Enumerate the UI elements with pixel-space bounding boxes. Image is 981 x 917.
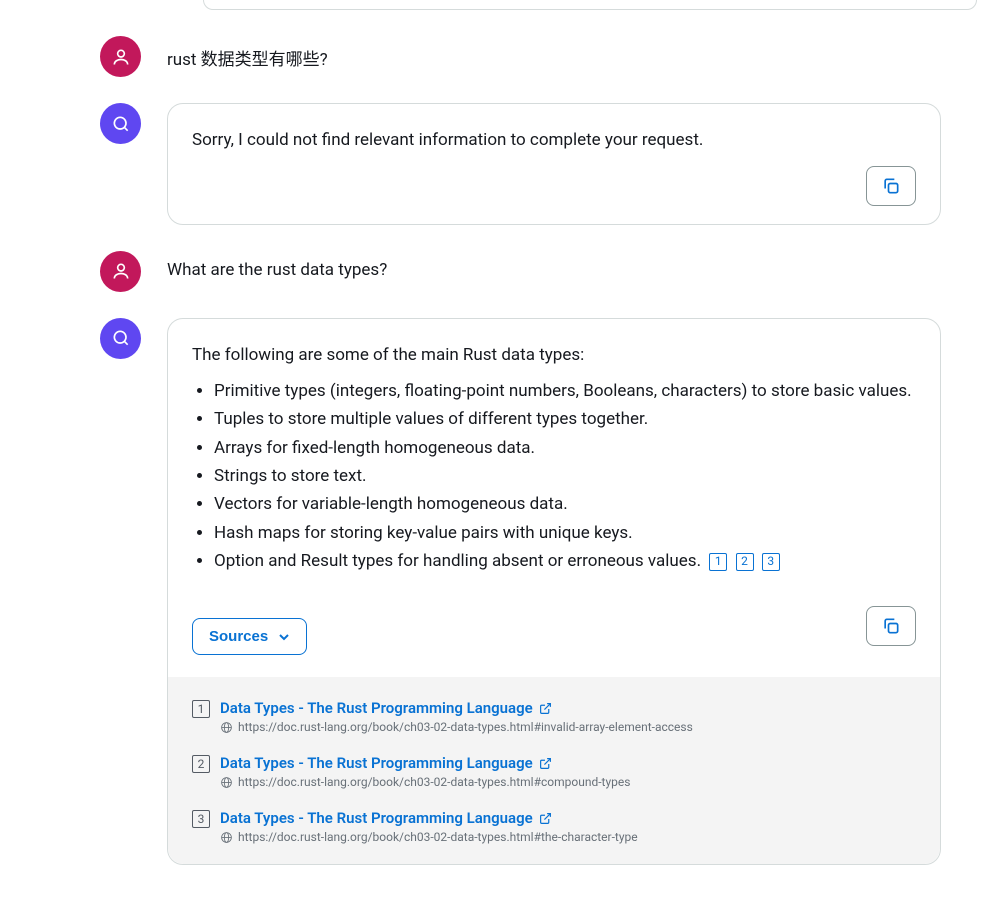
globe-icon bbox=[220, 831, 233, 844]
bot-avatar bbox=[100, 318, 141, 359]
chat-search-icon bbox=[111, 114, 131, 134]
chevron-down-icon bbox=[278, 631, 290, 643]
list-item: Primitive types (integers, floating-poin… bbox=[214, 378, 916, 404]
bot-response-intro: The following are some of the main Rust … bbox=[192, 343, 916, 369]
source-url-row: https://doc.rust-lang.org/book/ch03-02-d… bbox=[220, 775, 630, 789]
source-url-text: https://doc.rust-lang.org/book/ch03-02-d… bbox=[238, 830, 638, 844]
sources-label: Sources bbox=[209, 628, 268, 645]
copy-button[interactable] bbox=[866, 166, 916, 206]
user-avatar bbox=[100, 36, 141, 77]
source-number: 1 bbox=[192, 700, 210, 718]
source-item: 1 Data Types - The Rust Programming Lang… bbox=[192, 699, 916, 734]
source-link[interactable]: Data Types - The Rust Programming Langua… bbox=[220, 754, 630, 772]
list-item: Arrays for fixed-length homogeneous data… bbox=[214, 435, 916, 461]
source-url-text: https://doc.rust-lang.org/book/ch03-02-d… bbox=[238, 720, 693, 734]
list-item: Option and Result types for handling abs… bbox=[214, 548, 916, 574]
source-item: 3 Data Types - The Rust Programming Lang… bbox=[192, 809, 916, 844]
source-body: Data Types - The Rust Programming Langua… bbox=[220, 754, 630, 789]
bot-response-text: Sorry, I could not find relevant informa… bbox=[192, 128, 916, 154]
previous-card-edge bbox=[203, 0, 977, 10]
citation-link[interactable]: 3 bbox=[762, 553, 780, 571]
copy-icon bbox=[881, 176, 901, 196]
response-list: Primitive types (integers, floating-poin… bbox=[192, 378, 916, 574]
source-title-text: Data Types - The Rust Programming Langua… bbox=[220, 809, 533, 827]
bot-message: Sorry, I could not find relevant informa… bbox=[40, 103, 941, 225]
source-url-text: https://doc.rust-lang.org/book/ch03-02-d… bbox=[238, 775, 630, 789]
bot-response-card: Sorry, I could not find relevant informa… bbox=[167, 103, 941, 225]
citation-link[interactable]: 2 bbox=[736, 553, 754, 571]
bot-message: The following are some of the main Rust … bbox=[40, 318, 941, 866]
external-link-icon bbox=[539, 812, 552, 825]
list-item: Strings to store text. bbox=[214, 463, 916, 489]
globe-icon bbox=[220, 776, 233, 789]
external-link-icon bbox=[539, 757, 552, 770]
user-message-text: rust 数据类型有哪些? bbox=[167, 36, 328, 70]
globe-icon bbox=[220, 721, 233, 734]
source-link[interactable]: Data Types - The Rust Programming Langua… bbox=[220, 809, 638, 827]
user-avatar bbox=[100, 251, 141, 292]
source-number: 2 bbox=[192, 755, 210, 773]
source-title-text: Data Types - The Rust Programming Langua… bbox=[220, 754, 533, 772]
source-number: 3 bbox=[192, 810, 210, 828]
source-link[interactable]: Data Types - The Rust Programming Langua… bbox=[220, 699, 693, 717]
list-item-text: Option and Result types for handling abs… bbox=[214, 551, 701, 571]
response-actions: Sources bbox=[192, 596, 916, 655]
source-body: Data Types - The Rust Programming Langua… bbox=[220, 699, 693, 734]
person-icon bbox=[111, 261, 131, 281]
source-title-text: Data Types - The Rust Programming Langua… bbox=[220, 699, 533, 717]
user-message-text: What are the rust data types? bbox=[167, 251, 387, 280]
list-item: Tuples to store multiple values of diffe… bbox=[214, 406, 916, 432]
user-message: rust 数据类型有哪些? bbox=[40, 36, 941, 77]
citation-link[interactable]: 1 bbox=[709, 553, 727, 571]
person-icon bbox=[111, 47, 131, 67]
bot-avatar bbox=[100, 103, 141, 144]
list-item: Hash maps for storing key-value pairs wi… bbox=[214, 520, 916, 546]
list-item: Vectors for variable-length homogeneous … bbox=[214, 491, 916, 517]
sources-panel: 1 Data Types - The Rust Programming Lang… bbox=[168, 677, 940, 864]
source-item: 2 Data Types - The Rust Programming Lang… bbox=[192, 754, 916, 789]
source-url-row: https://doc.rust-lang.org/book/ch03-02-d… bbox=[220, 830, 638, 844]
chat-search-icon bbox=[111, 328, 131, 348]
external-link-icon bbox=[539, 702, 552, 715]
copy-button[interactable] bbox=[866, 606, 916, 646]
source-url-row: https://doc.rust-lang.org/book/ch03-02-d… bbox=[220, 720, 693, 734]
chat-container: rust 数据类型有哪些? Sorry, I could not find re… bbox=[0, 0, 981, 911]
copy-icon bbox=[881, 616, 901, 636]
source-body: Data Types - The Rust Programming Langua… bbox=[220, 809, 638, 844]
sources-toggle-button[interactable]: Sources bbox=[192, 618, 307, 655]
user-message: What are the rust data types? bbox=[40, 251, 941, 292]
bot-response-card: The following are some of the main Rust … bbox=[167, 318, 941, 866]
